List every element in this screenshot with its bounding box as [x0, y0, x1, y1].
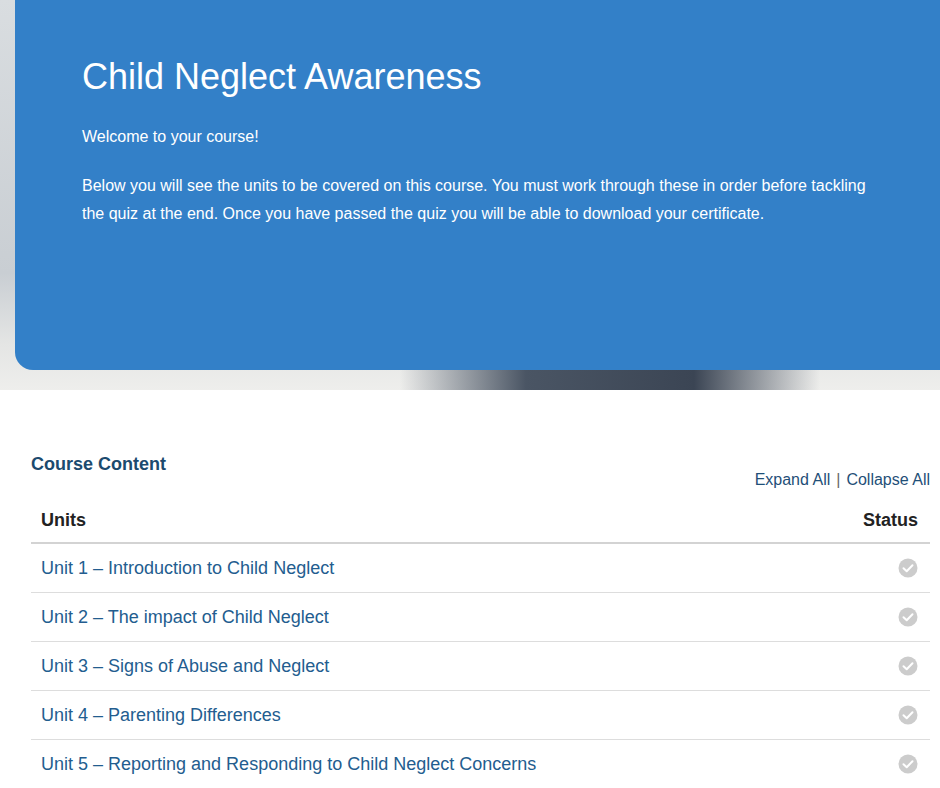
expand-collapse-links: Expand All| Collapse All — [755, 470, 930, 490]
unit-link[interactable]: Unit 5 – Reporting and Responding to Chi… — [41, 753, 536, 775]
column-header: Units — [41, 508, 86, 532]
check-circle-icon — [898, 558, 918, 578]
expand-all-link[interactable]: Expand All — [755, 470, 831, 490]
content-header: Course ContentExpand All|Collapse All — [31, 452, 930, 478]
course-description: Below you will see the units to be cover… — [82, 172, 872, 228]
collapse-all-link[interactable]: Collapse All — [846, 470, 930, 490]
unit-row[interactable]: Unit 1 – Introduction to Child Neglect — [31, 544, 930, 593]
course-intro-panel: Child Neglect Awareness Welcome to your c… — [15, 0, 940, 370]
course-title: Child Neglect Awareness — [82, 56, 900, 98]
unit-row[interactable]: Unit 2 – The impact of Child Neglect — [31, 593, 930, 642]
unit-link[interactable]: Unit 3 – Signs of Abuse and Neglect — [41, 655, 329, 677]
separator: | — [836, 470, 840, 490]
content-heading: Course Content — [31, 452, 166, 478]
course-content: Course ContentExpand All|Collapse AllUni… — [0, 390, 940, 788]
hero-banner: Child Neglect Awareness Welcome to your c… — [0, 0, 940, 390]
column-header: Status — [863, 508, 918, 532]
unit-link[interactable]: Unit 2 – The impact of Child Neglect — [41, 606, 329, 628]
unit-row[interactable]: Unit 3 – Signs of Abuse and Neglect — [31, 642, 930, 691]
check-circle-icon — [898, 607, 918, 627]
check-circle-icon — [898, 754, 918, 774]
welcome-text: Welcome to your course! — [82, 126, 900, 148]
check-circle-icon — [898, 656, 918, 676]
unit-row[interactable]: Unit 4 – Parenting Differences — [31, 691, 930, 740]
check-circle-icon — [898, 705, 918, 725]
unit-link[interactable]: Unit 4 – Parenting Differences — [41, 704, 281, 726]
unit-link[interactable]: Unit 1 – Introduction to Child Neglect — [41, 557, 334, 579]
unit-row[interactable]: Unit 5 – Reporting and Responding to Chi… — [31, 740, 930, 788]
